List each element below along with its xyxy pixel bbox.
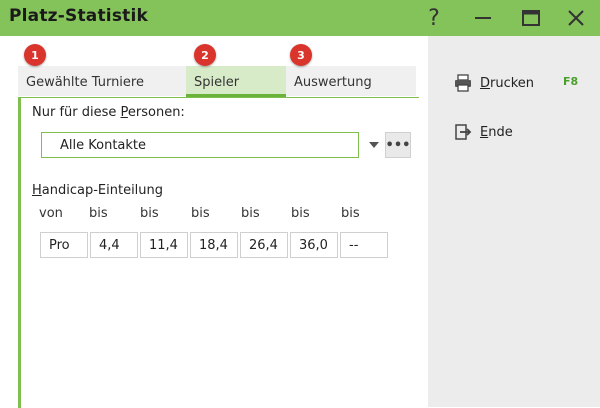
close-icon bbox=[568, 10, 584, 26]
handicap-cell-bis[interactable]: 4,4 bbox=[90, 232, 138, 258]
window-title: Platz-Statistik bbox=[9, 6, 149, 26]
title-bar: Platz-Statistik ? bbox=[0, 0, 600, 36]
tab-badge: 1 bbox=[24, 44, 46, 66]
exit-icon bbox=[455, 124, 472, 140]
tab-gewaehlte-turniere[interactable]: 1 Gewählte Turniere bbox=[18, 44, 186, 96]
persons-dropdown-button[interactable] bbox=[363, 132, 385, 158]
chevron-down-icon bbox=[369, 142, 379, 148]
handicap-header-bis: bis bbox=[191, 206, 210, 221]
tab-content-spieler: Nur für diese Personen: Alle Kontakte ••… bbox=[18, 97, 419, 408]
persons-more-button[interactable]: ••• bbox=[385, 132, 411, 158]
action-sidebar: Drucken F8 Ende bbox=[428, 36, 600, 407]
minimize-icon bbox=[475, 17, 491, 19]
end-label: Ende bbox=[480, 124, 513, 140]
maximize-button[interactable] bbox=[511, 0, 551, 36]
handicap-header-bis: bis bbox=[241, 206, 260, 221]
tab-label: Spieler bbox=[194, 75, 240, 90]
handicap-header-bis: bis bbox=[140, 206, 159, 221]
persons-select[interactable]: Alle Kontakte bbox=[41, 132, 359, 158]
handicap-cell-bis[interactable]: 11,4 bbox=[140, 232, 188, 258]
print-label: Drucken bbox=[480, 75, 535, 91]
handicap-cell-bis[interactable]: 26,4 bbox=[240, 232, 288, 258]
tab-badge: 2 bbox=[194, 44, 216, 66]
handicap-cell-bis[interactable]: 18,4 bbox=[190, 232, 238, 258]
tab-spieler[interactable]: 2 Spieler bbox=[186, 44, 286, 97]
maximize-icon bbox=[522, 10, 540, 26]
handicap-header-bis: bis bbox=[291, 206, 310, 221]
persons-select-value: Alle Kontakte bbox=[60, 138, 147, 153]
handicap-header-bis: bis bbox=[341, 206, 360, 221]
handicap-header-bis: bis bbox=[89, 206, 108, 221]
tab-label: Gewählte Turniere bbox=[26, 75, 144, 90]
persons-label: Nur für diese Personen: bbox=[32, 105, 185, 120]
printer-icon bbox=[455, 74, 471, 92]
handicap-header-von: von bbox=[39, 206, 63, 221]
print-button[interactable]: Drucken F8 bbox=[454, 72, 578, 94]
help-button[interactable]: ? bbox=[414, 0, 454, 36]
print-shortcut: F8 bbox=[563, 75, 579, 88]
end-button[interactable]: Ende bbox=[454, 121, 513, 143]
help-icon: ? bbox=[428, 5, 440, 31]
handicap-cell-bis[interactable]: 36,0 bbox=[290, 232, 338, 258]
handicap-label: Handicap-Einteilung bbox=[32, 183, 164, 198]
minimize-button[interactable] bbox=[463, 0, 503, 36]
handicap-cell-bis[interactable]: -- bbox=[340, 232, 388, 258]
handicap-cell-von[interactable]: Pro bbox=[40, 232, 88, 258]
tab-label: Auswertung bbox=[294, 75, 372, 90]
tab-badge: 3 bbox=[290, 44, 312, 66]
close-button[interactable] bbox=[556, 0, 596, 36]
main-panel: 1 Gewählte Turniere 2 Spieler 3 Auswertu… bbox=[0, 36, 428, 408]
tab-auswertung[interactable]: 3 Auswertung bbox=[286, 44, 416, 96]
